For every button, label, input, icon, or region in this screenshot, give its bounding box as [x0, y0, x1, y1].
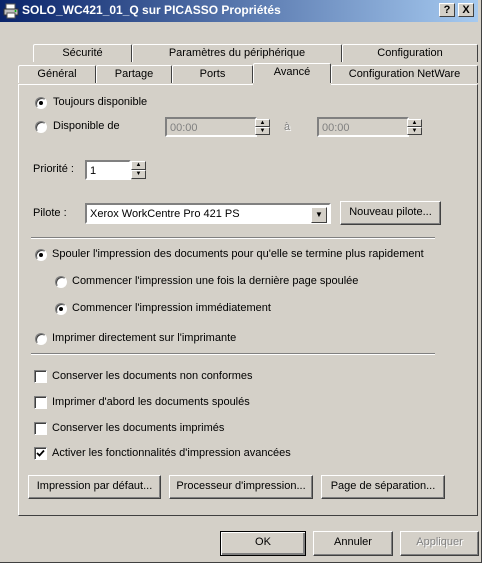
spin-up-icon[interactable]: ▲ — [407, 119, 422, 127]
spin-up-icon[interactable]: ▲ — [131, 161, 146, 170]
title-bar[interactable]: SOLO_WC421_01_Q sur PICASSO Propriétés ?… — [0, 0, 478, 22]
driver-value: Xerox WorkCentre Pro 421 PS — [90, 208, 240, 220]
window-title: SOLO_WC421_01_Q sur PICASSO Propriétés — [22, 3, 281, 17]
priority-label: Priorité : — [33, 163, 74, 175]
tab-partage[interactable]: Partage — [96, 65, 172, 83]
checkbox-keep-printed[interactable] — [34, 422, 47, 435]
spin-up-icon[interactable]: ▲ — [255, 119, 270, 127]
tab-configuration[interactable]: Configuration — [342, 44, 478, 62]
cancel-button[interactable]: Annuler — [313, 531, 393, 556]
apply-button[interactable]: Appliquer — [400, 531, 479, 556]
separator — [31, 237, 435, 239]
spin-down-icon[interactable]: ▼ — [131, 170, 146, 179]
separator-page-button[interactable]: Page de séparation... — [321, 475, 445, 499]
close-button[interactable]: X — [458, 3, 474, 17]
radio-available-from[interactable] — [35, 121, 47, 133]
radio-spool[interactable] — [35, 249, 47, 261]
tab-ports[interactable]: Ports — [172, 65, 253, 83]
tab-avance[interactable]: Avancé — [253, 63, 331, 84]
ok-button[interactable]: OK — [220, 531, 306, 556]
spooled-first-label: Imprimer d'abord les documents spoulés — [52, 396, 250, 408]
to-label: à — [284, 121, 291, 133]
tab-securite[interactable]: Sécurité — [33, 44, 132, 62]
properties-dialog: SOLO_WC421_01_Q sur PICASSO Propriétés ?… — [0, 0, 482, 563]
active-tab-join — [253, 83, 331, 86]
end-time-spinner[interactable]: ▲ ▼ — [407, 119, 422, 135]
printer-icon — [3, 3, 19, 19]
checkbox-advanced-features[interactable] — [34, 447, 47, 460]
tab-configuration-netware[interactable]: Configuration NetWare — [331, 65, 478, 83]
help-button[interactable]: ? — [439, 3, 455, 17]
priority-spinner[interactable]: ▲ ▼ — [131, 161, 146, 179]
separator — [31, 353, 435, 355]
end-time-input[interactable]: 00:00 — [317, 117, 409, 137]
driver-label: Pilote : — [33, 207, 67, 219]
tab-panel-avance: Toujours disponible Disponible de 00:00 … — [18, 84, 478, 516]
print-processor-button[interactable]: Processeur d'impression... — [169, 475, 313, 499]
driver-dropdown[interactable]: Xerox WorkCentre Pro 421 PS ▼ — [85, 203, 331, 224]
advanced-features-label: Activer les fonctionnalités d'impression… — [52, 447, 291, 459]
start-time-spinner[interactable]: ▲ ▼ — [255, 119, 270, 135]
available-from-label: Disponible de — [53, 120, 120, 132]
keep-mismatched-label: Conserver les documents non conformes — [52, 370, 253, 382]
keep-printed-label: Conserver les documents imprimés — [52, 422, 225, 434]
radio-always-available[interactable] — [35, 97, 47, 109]
printing-defaults-button[interactable]: Impression par défaut... — [28, 475, 161, 499]
spin-down-icon[interactable]: ▼ — [407, 127, 422, 135]
checkmark-icon — [36, 449, 45, 457]
spool-label: Spouler l'impression des documents pour … — [52, 248, 424, 260]
always-available-label: Toujours disponible — [53, 96, 148, 108]
start-time-input[interactable]: 00:00 — [165, 117, 257, 137]
start-immediately-label: Commencer l'impression immédiatement — [72, 302, 271, 314]
chevron-down-icon[interactable]: ▼ — [311, 207, 327, 223]
radio-start-immediately[interactable] — [55, 303, 67, 315]
checkbox-keep-mismatched[interactable] — [34, 370, 47, 383]
radio-start-after-last-page[interactable] — [55, 276, 67, 288]
new-driver-button[interactable]: Nouveau pilote... — [340, 201, 441, 225]
radio-print-direct[interactable] — [35, 333, 47, 345]
tab-parametres-peripherique[interactable]: Paramètres du périphérique — [132, 44, 342, 62]
priority-input[interactable]: 1 — [85, 160, 131, 180]
checkbox-spooled-first[interactable] — [34, 396, 47, 409]
spin-down-icon[interactable]: ▼ — [255, 127, 270, 135]
start-after-last-page-label: Commencer l'impression une fois la derni… — [72, 275, 359, 287]
tab-general[interactable]: Général — [18, 65, 96, 83]
print-direct-label: Imprimer directement sur l'imprimante — [52, 332, 237, 344]
